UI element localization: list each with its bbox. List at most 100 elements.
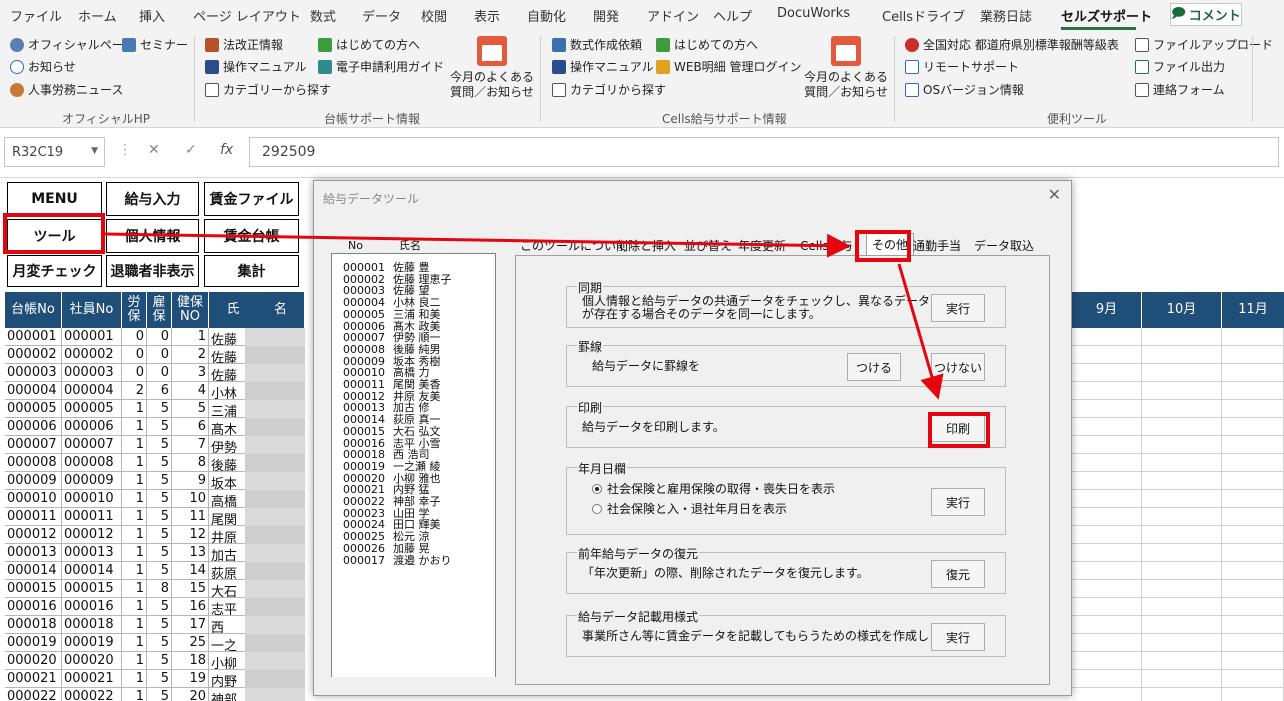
cell-labor-ins[interactable]: 0 [122,364,147,382]
cell-health-ins-no[interactable]: 3 [172,364,209,382]
cell-employee-no[interactable]: 000022 [62,688,122,701]
cell-labor-ins[interactable]: 1 [122,652,147,670]
date-column-run-button[interactable]: 実行 [931,488,985,516]
cell-health-ins-no[interactable]: 2 [172,346,209,364]
tab-home[interactable]: ホーム [78,6,117,25]
tab-cells-drive[interactable]: Cellsドライブ [882,6,965,25]
cell-employment-ins[interactable]: 0 [147,346,172,364]
empty-cell[interactable] [1142,328,1222,346]
list-item[interactable]: 000019 一之瀬 綾 [343,461,441,472]
monthly-change-check-button[interactable]: 月変チェック [7,255,102,287]
tab-about[interactable]: このツールについて [520,237,628,254]
list-item[interactable]: 000007 伊勢 順一 [343,332,441,343]
empty-cell[interactable] [1222,328,1284,346]
cell-employee-no[interactable]: 000018 [62,616,122,634]
empty-cell[interactable] [1072,454,1142,472]
empty-cell[interactable] [1222,598,1284,616]
empty-cell[interactable] [1072,436,1142,454]
cell-employee-no[interactable]: 000009 [62,472,122,490]
empty-cell[interactable] [1222,454,1284,472]
official-page-button[interactable]: オフィシャルページ [10,36,136,53]
cell-ledger-no[interactable]: 000021 [5,670,62,688]
cell-labor-ins[interactable]: 1 [122,634,147,652]
cell-labor-ins[interactable]: 0 [122,346,147,364]
empty-cell[interactable] [1142,436,1222,454]
empty-cell[interactable] [1072,616,1142,634]
empty-cell[interactable] [1142,634,1222,652]
tab-view[interactable]: 表示 [474,6,500,25]
cell-labor-ins[interactable]: 1 [122,670,147,688]
empty-cell[interactable] [1142,526,1222,544]
tab-data-import[interactable]: データ取込 [974,237,1034,254]
restore-button[interactable]: 復元 [931,560,985,588]
cell-employee-no[interactable]: 000019 [62,634,122,652]
monthly-faq-button-2[interactable]: 今月のよくある 質問／お知らせ [803,34,889,100]
cell-health-ins-no[interactable]: 18 [172,652,209,670]
list-item[interactable]: 000008 後藤 純男 [343,344,441,355]
cell-health-ins-no[interactable]: 19 [172,670,209,688]
empty-cell[interactable] [1072,562,1142,580]
hide-retirees-button[interactable]: 退職者非表示 [106,255,199,287]
cell-health-ins-no[interactable]: 8 [172,454,209,472]
remote-support-button[interactable]: リモートサポート [905,58,1019,75]
insert-function-icon[interactable]: fx [220,142,233,158]
empty-cell[interactable] [1072,418,1142,436]
empty-cell[interactable] [1222,634,1284,652]
empty-cell[interactable] [1072,490,1142,508]
tab-delete-insert[interactable]: 削除と挿入 [616,237,676,254]
empty-cell[interactable] [1222,490,1284,508]
cell-labor-ins[interactable]: 1 [122,472,147,490]
enter-icon[interactable]: ✓ [185,142,197,158]
date-option-hire[interactable]: 社会保険と入・退社年月日を表示 [592,503,787,516]
cell-labor-ins[interactable]: 1 [122,526,147,544]
empty-cell[interactable] [1142,472,1222,490]
web-payslip-login-button[interactable]: WEB明細 管理ログイン [656,58,802,75]
summary-button[interactable]: 集計 [204,255,299,287]
cell-employment-ins[interactable]: 5 [147,508,172,526]
cell-ledger-no[interactable]: 000010 [5,490,62,508]
cell-employee-no[interactable]: 000005 [62,400,122,418]
cell-health-ins-no[interactable]: 15 [172,580,209,598]
empty-cell[interactable] [1072,508,1142,526]
empty-cell[interactable] [1142,562,1222,580]
list-item[interactable]: 000015 大石 弘文 [343,426,441,437]
cell-labor-ins[interactable]: 1 [122,580,147,598]
payroll-input-button[interactable]: 給与入力 [106,182,199,216]
empty-cell[interactable] [1142,382,1222,400]
cell-employment-ins[interactable]: 5 [147,472,172,490]
tab-help[interactable]: ヘルプ [713,6,752,25]
law-revision-button[interactable]: 法改正情報 [205,36,283,53]
tab-commute-allowance[interactable]: 通勤手当 [913,237,961,254]
tab-addins[interactable]: アドイン [647,6,699,25]
cell-labor-ins[interactable]: 1 [122,544,147,562]
cell-employment-ins[interactable]: 5 [147,544,172,562]
empty-cell[interactable] [1072,634,1142,652]
cell-employee-no[interactable]: 000002 [62,346,122,364]
cell-health-ins-no[interactable]: 14 [172,562,209,580]
cell-ledger-no[interactable]: 000011 [5,508,62,526]
empty-cell[interactable] [1072,526,1142,544]
cell-ledger-no[interactable]: 000008 [5,454,62,472]
cell-employment-ins[interactable]: 8 [147,580,172,598]
manual-button[interactable]: 操作マニュアル [205,58,307,75]
list-item[interactable]: 000013 加古 修 [343,402,430,413]
empty-cell[interactable] [1072,328,1142,346]
tab-page-layout[interactable]: ページ レイアウト [193,6,301,25]
tab-developer[interactable]: 開発 [593,6,619,25]
cell-health-ins-no[interactable]: 11 [172,508,209,526]
e-application-guide-button[interactable]: 電子申請利用ガイド [318,58,444,75]
cell-ledger-no[interactable]: 000006 [5,418,62,436]
cell-employment-ins[interactable]: 5 [147,688,172,701]
date-option-insurance[interactable]: 社会保険と雇用保険の取得・喪失日を表示 [592,483,835,496]
cell-ledger-no[interactable]: 000020 [5,652,62,670]
cell-ledger-no[interactable]: 000009 [5,472,62,490]
empty-cell[interactable] [1222,436,1284,454]
cell-employment-ins[interactable]: 5 [147,598,172,616]
tab-formulas[interactable]: 数式 [310,6,336,25]
chevron-down-icon[interactable]: ▼ [91,146,98,156]
cell-employee-no[interactable]: 000001 [62,328,122,346]
tab-review[interactable]: 校閲 [421,6,447,25]
list-item[interactable]: 000024 田口 輝美 [343,519,441,530]
wage-ledger-button[interactable]: 賃金台帳 [204,219,299,253]
cell-labor-ins[interactable]: 1 [122,400,147,418]
